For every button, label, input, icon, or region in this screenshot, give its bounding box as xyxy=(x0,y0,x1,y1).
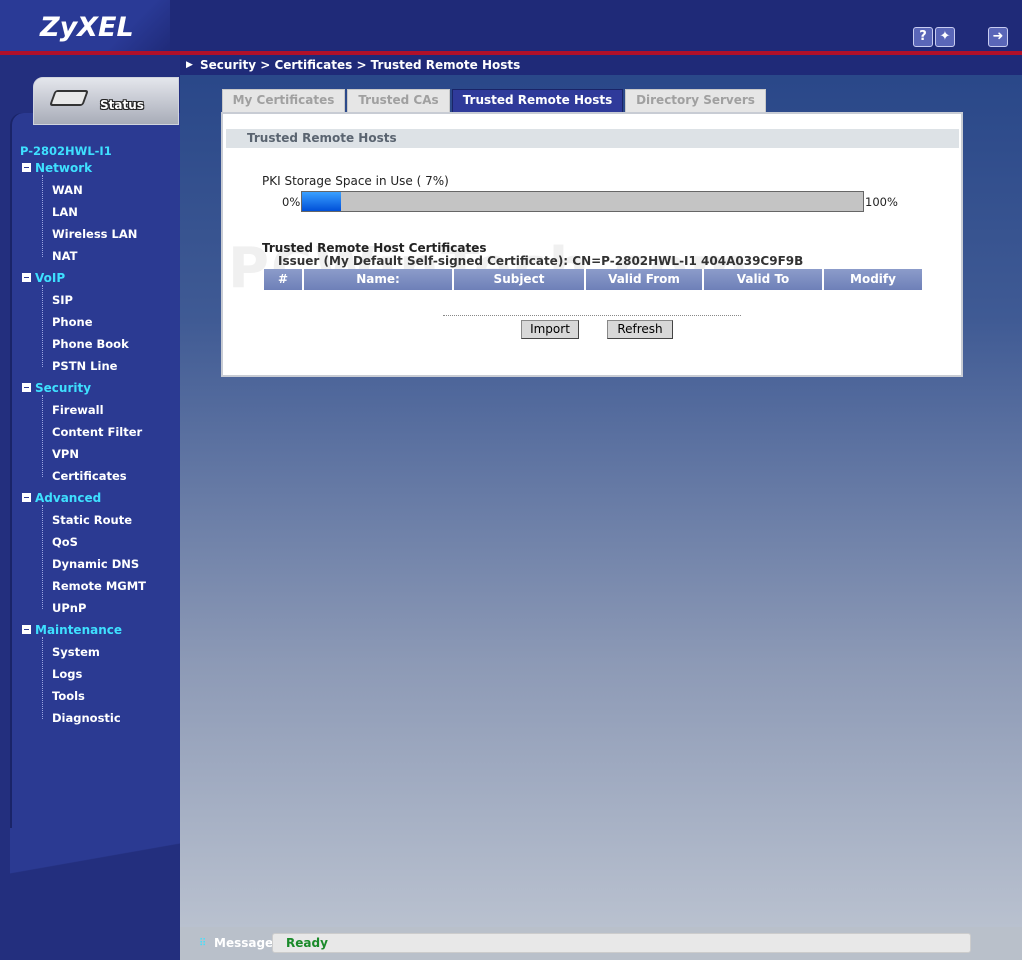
column-header-modify: Modify xyxy=(850,272,896,286)
column-header-name: Name: xyxy=(304,269,454,290)
sidebar-item-logs[interactable]: Logs xyxy=(52,667,82,681)
status-tab-label: Status xyxy=(100,98,144,112)
sidebar-item-lan[interactable]: LAN xyxy=(52,205,78,219)
sidebar-item-dynamic-dns[interactable]: Dynamic DNS xyxy=(52,557,139,571)
sidebar-item-wan[interactable]: WAN xyxy=(52,183,83,197)
sidebar-item-upnp[interactable]: UPnP xyxy=(52,601,86,615)
pki-storage-bar-fill xyxy=(302,192,342,211)
pki-min-label: 0% xyxy=(282,195,301,209)
column-header-index: # xyxy=(264,269,304,290)
nav-group-label: VoIP xyxy=(35,271,66,285)
sidebar-item-firewall[interactable]: Firewall xyxy=(52,403,104,417)
sidebar-item-phone-book[interactable]: Phone Book xyxy=(52,337,129,351)
import-button[interactable]: Import xyxy=(521,320,579,339)
nav-group-network[interactable]: Network xyxy=(22,161,92,175)
zyxel-logo: ZyXEL xyxy=(40,12,134,43)
sidebar-item-certificates[interactable]: Certificates xyxy=(52,469,127,483)
tree-connector xyxy=(42,395,43,477)
tab-my-certificates[interactable]: My Certificates xyxy=(222,89,345,112)
nav-group-maintenance[interactable]: Maintenance xyxy=(22,623,122,637)
button-divider xyxy=(443,315,741,316)
column-header-valid-to: Valid To xyxy=(704,269,824,290)
tree-connector xyxy=(42,285,43,367)
message-box xyxy=(272,933,971,953)
nav-group-security[interactable]: Security xyxy=(22,381,91,395)
nav-group-label: Maintenance xyxy=(35,623,123,637)
pki-storage-bar xyxy=(301,191,864,212)
message-text: Ready xyxy=(286,936,328,950)
question-mark-icon[interactable]: ? xyxy=(913,27,933,47)
refresh-button[interactable]: Refresh xyxy=(607,320,673,339)
sidebar-item-static-route[interactable]: Static Route xyxy=(52,513,132,527)
pki-max-label: 100% xyxy=(865,195,898,209)
nav-group-label: Security xyxy=(35,381,92,395)
sidebar-panel-tail xyxy=(10,828,180,888)
status-tab[interactable]: Status xyxy=(33,77,179,125)
sidebar: Status xyxy=(0,55,180,960)
sidebar-item-phone[interactable]: Phone xyxy=(52,315,93,329)
nav-group-voip[interactable]: VoIP xyxy=(22,271,65,285)
column-header-valid-from: Valid From xyxy=(586,269,704,290)
collapse-icon[interactable] xyxy=(22,625,31,634)
sidebar-item-system[interactable]: System xyxy=(52,645,100,659)
breadcrumb-arrow-icon: ▶ xyxy=(186,60,193,70)
header-bar: ZyXEL xyxy=(0,0,1022,53)
nav-group-advanced[interactable]: Advanced xyxy=(22,491,101,505)
cert-table-header: # Name: Subject Valid From Valid To Modi… xyxy=(264,269,922,290)
sidebar-item-qos[interactable]: QoS xyxy=(52,535,78,549)
tab-directory-servers[interactable]: Directory Servers xyxy=(625,89,766,112)
pki-storage-label: PKI Storage Space in Use ( 7%) xyxy=(262,174,449,188)
column-header-subject: Subject xyxy=(454,269,586,290)
tree-connector xyxy=(42,175,43,257)
issuer-text: Issuer (My Default Self-signed Certifica… xyxy=(278,254,804,268)
sidebar-item-sip[interactable]: SIP xyxy=(52,293,73,307)
nav-group-label: Network xyxy=(35,161,93,175)
collapse-icon[interactable] xyxy=(22,163,31,172)
sidebar-item-content-filter[interactable]: Content Filter xyxy=(52,425,142,439)
sidebar-item-nat[interactable]: NAT xyxy=(52,249,77,263)
nav-group-label: Advanced xyxy=(35,491,102,505)
cert-section-heading: Trusted Remote Host Certificates xyxy=(262,241,487,255)
tree-connector xyxy=(42,505,43,609)
breadcrumb: Security > Certificates > Trusted Remote… xyxy=(200,58,521,72)
collapse-icon[interactable] xyxy=(22,493,31,502)
collapse-icon[interactable] xyxy=(22,383,31,392)
sidebar-item-remote-mgmt[interactable]: Remote MGMT xyxy=(52,579,146,593)
tree-connector xyxy=(42,637,43,719)
device-name[interactable]: P-2802HWL-I1 xyxy=(20,144,112,158)
sidebar-item-diagnostic[interactable]: Diagnostic xyxy=(52,711,121,725)
sidebar-item-vpn[interactable]: VPN xyxy=(52,447,79,461)
sidebar-item-wireless-lan[interactable]: Wireless LAN xyxy=(52,227,137,241)
sidebar-item-tools[interactable]: Tools xyxy=(52,689,85,703)
logout-icon[interactable]: ➜ xyxy=(988,27,1008,47)
wizard-wand-icon[interactable]: ✦ xyxy=(935,27,955,47)
sidebar-item-pstn-line[interactable]: PSTN Line xyxy=(52,359,117,373)
router-icon xyxy=(49,90,89,106)
grip-icon: ⠿ xyxy=(199,938,207,949)
collapse-icon[interactable] xyxy=(22,273,31,282)
tab-trusted-remote-hosts[interactable]: Trusted Remote Hosts xyxy=(452,89,623,112)
panel-title: Trusted Remote Hosts xyxy=(226,129,959,148)
tab-trusted-cas[interactable]: Trusted CAs xyxy=(347,89,450,112)
message-label: Message xyxy=(214,936,274,950)
